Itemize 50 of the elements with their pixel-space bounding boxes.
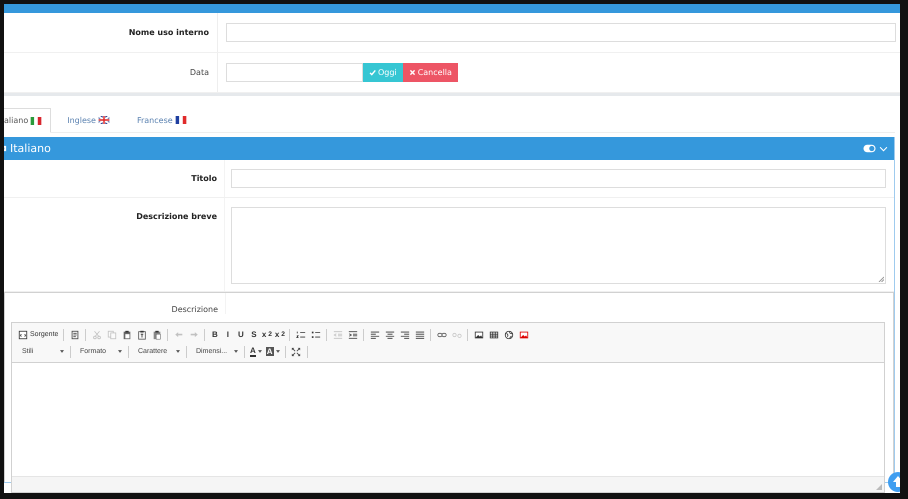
language-tab[interactable]: aliano [4, 108, 52, 133]
caret-icon [258, 350, 262, 353]
check-icon [369, 69, 376, 76]
maximize-icon[interactable] [291, 346, 302, 356]
bullet-list-icon[interactable] [310, 330, 321, 340]
numbered-list-icon[interactable] [296, 330, 306, 340]
indent-icon[interactable] [348, 330, 358, 340]
source-icon [18, 330, 28, 340]
caret-icon [234, 350, 238, 353]
justify-icon[interactable] [414, 330, 425, 340]
close-icon [408, 69, 416, 76]
field-label: Data [190, 68, 209, 77]
caret-icon [60, 350, 64, 353]
align-right-icon[interactable] [400, 330, 410, 340]
chevron-down-icon[interactable] [879, 146, 888, 152]
caret-icon [118, 350, 122, 353]
image-icon[interactable] [474, 330, 484, 340]
background-color-button[interactable]: A [264, 344, 282, 358]
language-tab[interactable]: Francese [128, 108, 198, 132]
panel-title: Italiano [10, 142, 51, 155]
input-field[interactable] [226, 23, 896, 42]
format-button[interactable]: B [208, 328, 222, 342]
flag-icon [98, 116, 110, 124]
resize-grip-icon[interactable] [876, 484, 882, 490]
align-left-icon[interactable] [370, 330, 380, 340]
document-icon[interactable] [70, 330, 80, 340]
input-field[interactable] [231, 169, 886, 188]
flag-icon [30, 116, 42, 124]
language-tab[interactable]: Inglese [59, 108, 121, 132]
resize-grip-icon[interactable] [878, 276, 884, 282]
format-button[interactable]: S [247, 328, 260, 342]
field-label: Nome uso interno [128, 28, 209, 37]
toggle-icon[interactable] [863, 144, 876, 153]
clipboard-icon[interactable] [136, 330, 147, 340]
field-label: Descrizione [172, 305, 218, 314]
date-field[interactable] [226, 63, 363, 82]
align-center-icon[interactable] [384, 330, 395, 340]
caret-icon [176, 350, 180, 353]
text-color-button[interactable]: A [248, 344, 264, 358]
field-label: Descrizione breve [136, 212, 217, 223]
clipboard-icon[interactable] [122, 330, 132, 340]
format-button[interactable]: U [234, 328, 248, 342]
flag-icon [174, 116, 187, 124]
field-label: Titolo [191, 174, 217, 183]
caret-icon [276, 350, 280, 353]
table-icon[interactable] [488, 330, 499, 340]
format-button[interactable]: I [221, 328, 234, 342]
clipboard-icon[interactable] [152, 330, 162, 340]
picture-icon[interactable] [518, 330, 529, 340]
globe-icon[interactable] [504, 330, 514, 340]
